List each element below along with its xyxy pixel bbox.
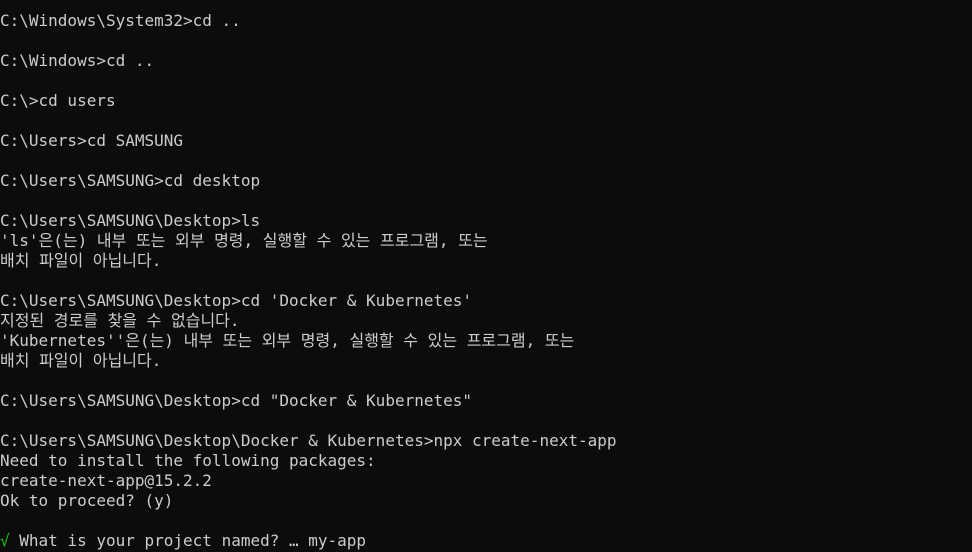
console-line: C:\Users\SAMSUNG\Desktop>cd "Docker & Ku… — [0, 391, 473, 410]
console-line: C:\Windows\System32>cd .. — [0, 11, 241, 30]
error-line: 배치 파일이 아닙니다. — [0, 251, 162, 270]
error-line: 배치 파일이 아닙니다. — [0, 351, 162, 370]
check-icon: √ — [0, 531, 10, 550]
console-line: Need to install the following packages: — [0, 451, 376, 470]
console-line: Ok to proceed? (y) — [0, 491, 174, 510]
error-line: 지정된 경로를 찾을 수 없습니다. — [0, 311, 240, 330]
console-line: C:\Users\SAMSUNG\Desktop\Docker & Kubern… — [0, 431, 617, 450]
terminal-output: C:\Windows\System32>cd .. C:\Windows>cd … — [0, 11, 972, 551]
console-line: create-next-app@15.2.2 — [0, 471, 212, 490]
console-line: C:\>cd users — [0, 91, 116, 110]
prompt-question: What is your project named? … — [9, 531, 309, 550]
project-name-input[interactable]: my-app — [308, 531, 366, 550]
console-line: C:\Users\SAMSUNG>cd desktop — [0, 171, 261, 190]
terminal-window[interactable]: C:\Windows\System32>cd .. C:\Windows>cd … — [0, 0, 972, 552]
console-line: C:\Users\SAMSUNG\Desktop>cd 'Docker & Ku… — [0, 291, 473, 310]
error-line: 'ls'은(는) 내부 또는 외부 명령, 실행할 수 있는 프로그램, 또는 — [0, 231, 488, 250]
console-line: C:\Users\SAMSUNG\Desktop>ls — [0, 211, 261, 230]
error-line: 'Kubernetes''은(는) 내부 또는 외부 명령, 실행할 수 있는 … — [0, 331, 575, 350]
console-line: C:\Users>cd SAMSUNG — [0, 131, 184, 150]
console-line: C:\Windows>cd .. — [0, 51, 155, 70]
project-name-prompt[interactable]: √ What is your project named? … my-app — [0, 531, 972, 551]
